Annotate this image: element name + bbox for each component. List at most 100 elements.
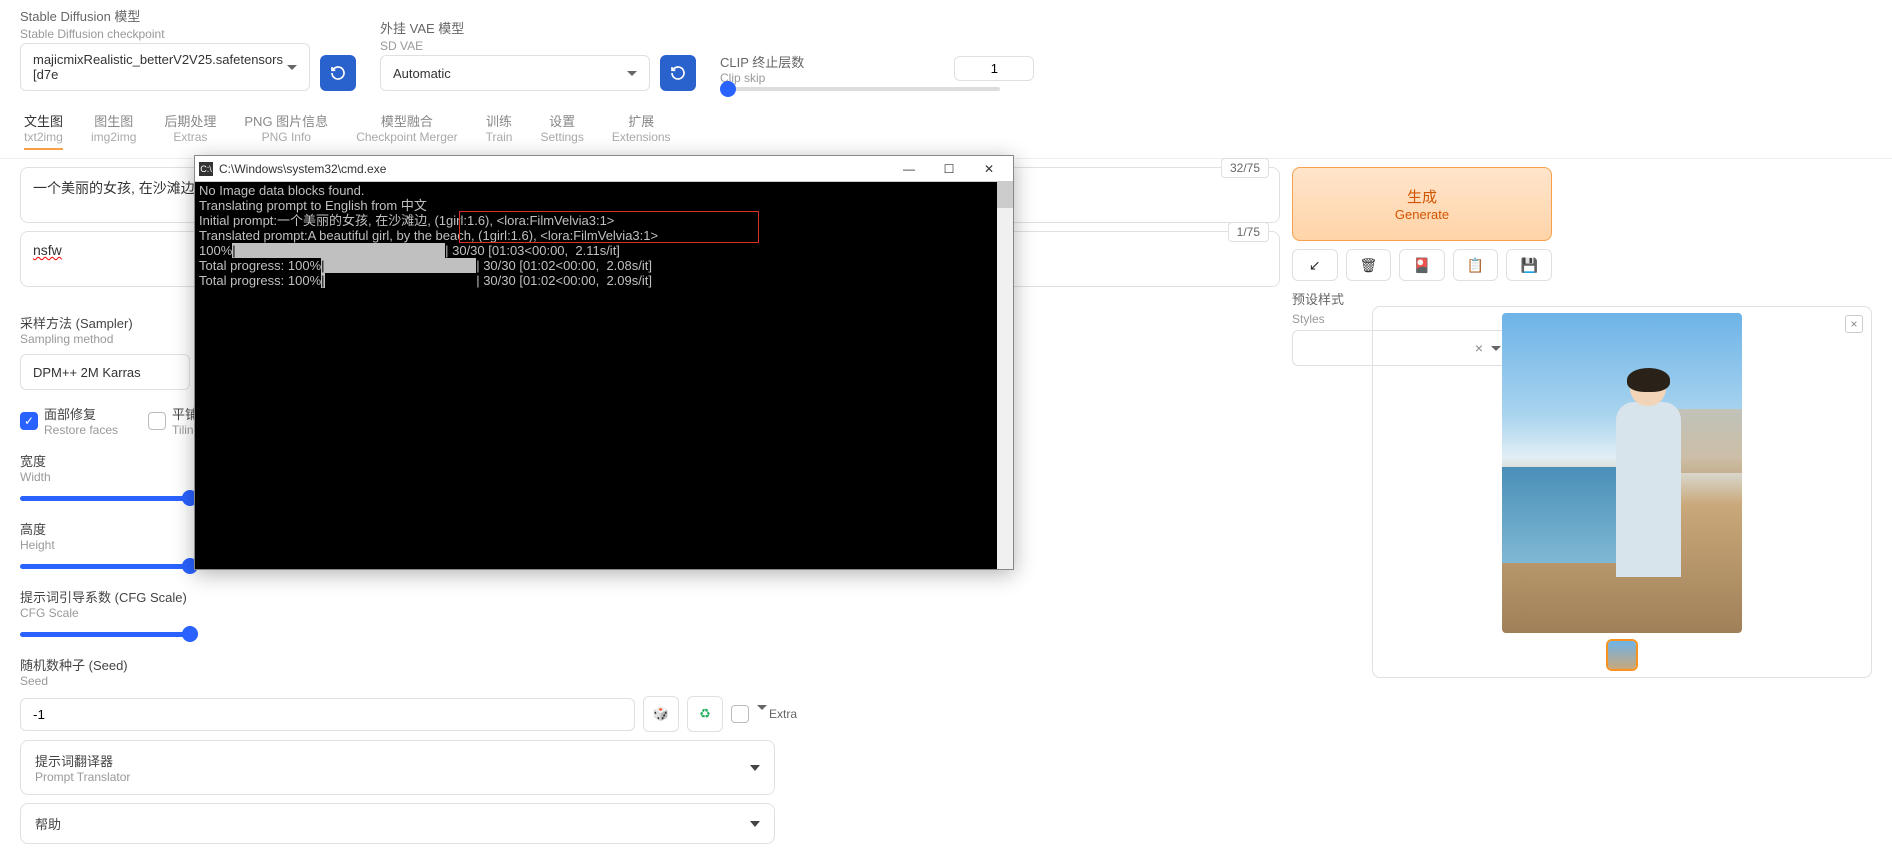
tab-checkpoint merger[interactable]: 模型融合Checkpoint Merger: [356, 111, 457, 150]
minimize-button[interactable]: —: [889, 157, 929, 181]
cmd-line: Translating prompt to English from 中文: [199, 199, 1009, 214]
tab-label-cn: 模型融合: [381, 111, 433, 130]
tab-label-cn: 设置: [549, 111, 575, 130]
action-button-1[interactable]: 🗑: [1346, 249, 1392, 281]
tab-label-en: Train: [486, 130, 513, 144]
help-accordion[interactable]: 帮助: [20, 803, 775, 844]
cfg-slider[interactable]: [20, 632, 190, 637]
scroll-thumb: [997, 182, 1013, 208]
prompt-text-plain: 一个美丽的女孩, 在沙滩边,: [33, 180, 199, 196]
translator-en: Prompt Translator: [35, 770, 130, 784]
seed-input[interactable]: [20, 698, 635, 731]
tab-img2img[interactable]: 图生图img2img: [91, 111, 136, 150]
tiling-checkbox[interactable]: [148, 412, 166, 430]
slider-thumb-icon: [182, 626, 198, 642]
cmd-icon: C:\: [199, 162, 213, 176]
neg-prompt-token-counter: 1/75: [1228, 222, 1269, 242]
sampler-value: DPM++ 2M Karras: [33, 365, 141, 380]
cmd-line: Translated prompt:A beautiful girl, by t…: [199, 229, 1009, 244]
vae-label-en: SD VAE: [380, 39, 650, 53]
tab-label-cn: 训练: [486, 111, 512, 130]
chevron-down-icon: [287, 65, 297, 70]
action-button-3[interactable]: 📋: [1453, 249, 1499, 281]
sd-model-select[interactable]: majicmixRealistic_betterV2V25.safetensor…: [20, 43, 310, 91]
generate-en: Generate: [1311, 207, 1533, 222]
tab-train[interactable]: 训练Train: [486, 111, 513, 150]
action-button-0[interactable]: ↙: [1292, 249, 1338, 281]
tab-label-cn: 后期处理: [164, 111, 216, 130]
cmd-scrollbar[interactable]: [997, 182, 1013, 569]
tab-label-en: txt2img: [24, 130, 63, 144]
sampler-select[interactable]: DPM++ 2M Karras: [20, 354, 190, 390]
action-button-4[interactable]: 💾: [1506, 249, 1552, 281]
chevron-down-icon: [627, 71, 637, 76]
tab-png info[interactable]: PNG 图片信息PNG Info: [244, 111, 328, 150]
tab-label-en: Extensions: [612, 130, 671, 144]
prompt-token-counter: 32/75: [1221, 158, 1269, 178]
help-cn: 帮助: [35, 814, 61, 833]
tab-label-cn: 扩展: [628, 111, 654, 130]
cmd-line: Total progress: 100%| | 30/30 [01:02<00:…: [199, 259, 1009, 274]
reuse-seed-button[interactable]: ♻: [687, 696, 723, 732]
tab-label-cn: 文生图: [24, 111, 63, 130]
refresh-model-button[interactable]: [320, 55, 356, 91]
top-controls: Stable Diffusion 模型 Stable Diffusion che…: [0, 0, 1892, 97]
tab-label-cn: 图生图: [94, 111, 133, 130]
clip-skip-slider[interactable]: [720, 87, 1000, 91]
restore-faces-en: Restore faces: [44, 423, 118, 437]
tab-label-cn: PNG 图片信息: [244, 111, 328, 130]
clip-label-cn: CLIP 终止层数: [720, 52, 804, 71]
extra-seed-checkbox[interactable]: [731, 705, 749, 723]
output-gallery: ×: [1372, 306, 1872, 678]
thumbnail[interactable]: [1606, 639, 1638, 671]
main-tabs: 文生图txt2img 图生图img2img 后期处理Extras PNG 图片信息PN…: [0, 103, 1892, 159]
chevron-down-icon: [750, 765, 760, 771]
close-output-button[interactable]: ×: [1845, 315, 1863, 333]
restore-faces-checkbox[interactable]: ✓: [20, 412, 38, 430]
vae-value: Automatic: [393, 66, 451, 81]
chevron-down-icon: [757, 705, 767, 710]
slider-thumb-icon: [720, 81, 736, 97]
width-slider[interactable]: [20, 496, 190, 501]
generated-image[interactable]: [1502, 313, 1742, 633]
cmd-line: Total progress: 100%| | 30/30 [01:02<00:…: [199, 274, 1009, 289]
generate-cn: 生成: [1311, 186, 1533, 207]
vae-select[interactable]: Automatic: [380, 55, 650, 91]
cmd-window: C:\ C:\Windows\system32\cmd.exe — ☐ ✕ No…: [194, 155, 1014, 570]
generate-button[interactable]: 生成 Generate: [1292, 167, 1552, 241]
clip-skip-input[interactable]: [954, 56, 1034, 81]
extra-label: Extra: [769, 707, 797, 721]
action-buttons-row: ↙🗑🎴📋💾: [1292, 249, 1552, 281]
tab-label-en: Extras: [173, 130, 207, 144]
tab-extensions[interactable]: 扩展Extensions: [612, 111, 671, 150]
translator-cn: 提示词翻译器: [35, 751, 130, 770]
refresh-vae-button[interactable]: [660, 55, 696, 91]
cmd-title: C:\Windows\system32\cmd.exe: [219, 162, 386, 176]
cmd-line: 100%| | 30/30 [01:03<00:00, 2.11s/it]: [199, 244, 1009, 259]
restore-faces-cn: 面部修复: [44, 404, 118, 423]
sd-model-label-en: Stable Diffusion checkpoint: [20, 27, 310, 41]
cmd-line: Initial prompt:一个美丽的女孩, 在沙滩边, (1girl:1.6…: [199, 214, 1009, 229]
seed-label-cn: 随机数种子 (Seed): [20, 655, 1280, 674]
sd-model-label-cn: Stable Diffusion 模型: [20, 6, 310, 25]
vae-label-cn: 外挂 VAE 模型: [380, 18, 650, 37]
cmd-titlebar[interactable]: C:\ C:\Windows\system32\cmd.exe — ☐ ✕: [195, 156, 1013, 182]
tab-label-en: Settings: [540, 130, 583, 144]
cfg-label-cn: 提示词引导系数 (CFG Scale): [20, 587, 1280, 606]
tab-txt2img[interactable]: 文生图txt2img: [24, 111, 63, 150]
prompt-translator-accordion[interactable]: 提示词翻译器 Prompt Translator: [20, 740, 775, 795]
cmd-body[interactable]: No Image data blocks found.Translating p…: [195, 182, 1013, 569]
tab-label-en: PNG Info: [262, 130, 311, 144]
tab-label-en: Checkpoint Merger: [356, 130, 457, 144]
tab-extras[interactable]: 后期处理Extras: [164, 111, 216, 150]
neg-prompt-text: nsfw: [33, 242, 62, 258]
close-window-button[interactable]: ✕: [969, 157, 1009, 181]
cfg-label-en: CFG Scale: [20, 606, 1280, 620]
height-slider[interactable]: [20, 564, 190, 569]
action-button-2[interactable]: 🎴: [1399, 249, 1445, 281]
seed-label-en: Seed: [20, 674, 1280, 688]
random-seed-button[interactable]: 🎲: [643, 696, 679, 732]
cmd-line: No Image data blocks found.: [199, 184, 1009, 199]
maximize-button[interactable]: ☐: [929, 157, 969, 181]
tab-settings[interactable]: 设置Settings: [540, 111, 583, 150]
